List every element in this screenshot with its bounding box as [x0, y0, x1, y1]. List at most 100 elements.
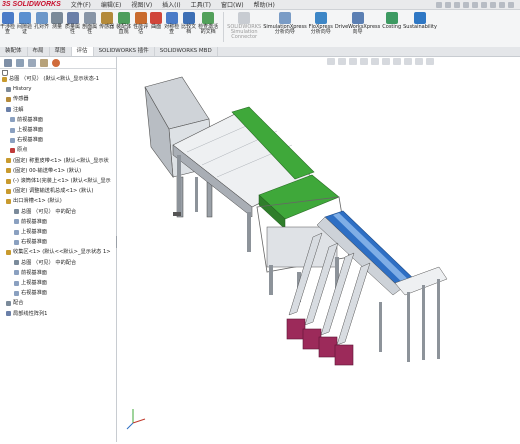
tree-node-icon: [10, 137, 15, 143]
configuration-manager-icon[interactable]: [28, 58, 36, 67]
ribbon-sim-button-2[interactable]: FloXpress 分析向导: [309, 12, 333, 35]
tree-item[interactable]: 原点: [0, 146, 27, 154]
tree-item[interactable]: 总图 （可见） (默认<默认_显示状态-1: [0, 75, 99, 83]
tab-2[interactable]: 草图: [50, 47, 72, 56]
tab-3[interactable]: 评估: [71, 47, 94, 56]
tree-item[interactable]: 右视基准面: [0, 289, 47, 297]
tree-item[interactable]: 上视基准面: [0, 279, 47, 287]
open-file-icon[interactable]: [454, 1, 460, 8]
tree-node-icon: [6, 158, 11, 164]
tab-5[interactable]: SOLIDWORKS MBD: [155, 47, 218, 56]
tree-item[interactable]: 传感器: [0, 95, 29, 103]
ribbon-sim-button-5[interactable]: Sustainability: [403, 12, 437, 30]
ribbon-button-8[interactable]: 性能评 估: [133, 12, 148, 35]
conveyor-assembly-model[interactable]: [117, 57, 520, 442]
menu-view[interactable]: 视图(V): [131, 0, 152, 9]
tree-item[interactable]: History: [0, 85, 31, 93]
dimxpert-icon[interactable]: [40, 58, 48, 67]
options-icon[interactable]: [508, 1, 514, 8]
tree-item[interactable]: 前视基准面: [0, 116, 43, 124]
tree-item[interactable]: (固定) 00-输送带<1> (默认): [0, 167, 81, 175]
ribbon-tool-icon: [1, 12, 14, 24]
save-icon[interactable]: [463, 1, 469, 8]
tree-item[interactable]: 配合: [0, 299, 23, 307]
ribbon-button-6[interactable]: 传感器: [99, 12, 114, 30]
tree-item-label: 出口滑槽<1> (默认): [13, 198, 62, 205]
tree-item[interactable]: 上视基准面: [0, 126, 43, 134]
ribbon-sim-button-4[interactable]: Costing: [382, 12, 401, 30]
tree-item[interactable]: 右视基准面: [0, 238, 47, 246]
tree-item[interactable]: 收集区<1> (默认<<默认>_显示状态 1>: [0, 248, 111, 256]
ribbon-tool-icon: [117, 12, 130, 24]
panel-toolbar: [0, 57, 116, 69]
tree-item-label: 原点: [17, 147, 28, 154]
menu-edit[interactable]: 编辑(E): [101, 0, 121, 9]
ribbon-button-11[interactable]: 比较文 档: [181, 12, 196, 35]
menu-insert[interactable]: 插入(I): [162, 0, 180, 9]
print-icon[interactable]: [472, 1, 478, 8]
graphics-viewport[interactable]: [117, 57, 520, 442]
ribbon-button-3[interactable]: 测量: [51, 12, 64, 30]
ribbon-button-2[interactable]: 孔对齐: [34, 12, 49, 30]
tree-item[interactable]: 局部线性阵列1: [0, 310, 47, 318]
ribbon-button-1[interactable]: 间隙验 证: [17, 12, 32, 35]
select-icon[interactable]: [490, 1, 496, 8]
ribbon-tool-icon: [238, 12, 251, 24]
ribbon-button-7[interactable]: 装配体 直观: [116, 12, 131, 35]
menu-tools[interactable]: 工具(T): [191, 0, 211, 9]
display-manager-icon[interactable]: [52, 58, 60, 67]
logo-prefix: 3S: [2, 1, 11, 8]
zoom-area-icon[interactable]: [338, 58, 346, 65]
home-icon[interactable]: [436, 1, 442, 8]
ribbon-button-label: 干涉检 查: [0, 24, 16, 35]
ribbon-button-label: SOLIDWORKS Simulation Connector: [227, 24, 262, 40]
apply-scene-icon[interactable]: [415, 58, 423, 65]
tree-item[interactable]: 出口滑槽<1> (默认): [0, 197, 62, 205]
ribbon-button-5[interactable]: 剖面属 性: [82, 12, 97, 35]
zoom-to-fit-icon[interactable]: [327, 58, 335, 65]
tab-1[interactable]: 布局: [28, 47, 50, 56]
ribbon-button-0[interactable]: 干涉检 查: [0, 12, 15, 35]
tree-node-icon: [6, 168, 11, 174]
tree-item[interactable]: 总图 （可见） 中的配合: [0, 259, 76, 267]
tree-item[interactable]: 前视基准面: [0, 269, 47, 277]
tree-item[interactable]: (固定) 调整输送机总成<1> (默认): [0, 187, 93, 195]
coordinate-triad: [126, 409, 146, 430]
ribbon-sim-button-3[interactable]: DriveWorksXpress 向导: [335, 12, 380, 35]
ribbon-button-12[interactable]: 检查激活 的文档: [198, 12, 218, 35]
menu-window[interactable]: 窗口(W): [221, 0, 244, 9]
new-file-icon[interactable]: [445, 1, 451, 8]
display-style-icon[interactable]: [382, 58, 390, 65]
tab-4[interactable]: SOLIDWORKS 插件: [94, 47, 155, 56]
previous-view-icon[interactable]: [349, 58, 357, 65]
section-view-icon[interactable]: [360, 58, 368, 65]
tree-item[interactable]: 右视基准面: [0, 136, 43, 144]
menu-bar: 3S SOLIDWORKS 文件(F) 编辑(E) 视图(V) 插入(I) 工具…: [0, 0, 520, 10]
tree-item[interactable]: (-) 滚筒体1(完装上<1> (默认<默认_显示: [0, 177, 111, 185]
hide-show-items-icon[interactable]: [393, 58, 401, 65]
tree-node-icon: [14, 280, 19, 286]
tree-item[interactable]: 总图 （可见） 中的配合: [0, 208, 76, 216]
tree-item[interactable]: 注解: [0, 106, 23, 114]
ribbon-button-9[interactable]: 曲面: [150, 12, 163, 30]
property-manager-icon[interactable]: [16, 58, 24, 67]
ribbon-button-label: 测量: [52, 24, 63, 30]
undo-icon[interactable]: [481, 1, 487, 8]
edit-appearance-icon[interactable]: [404, 58, 412, 65]
tab-0[interactable]: 装配体: [0, 47, 28, 56]
ribbon-sim-button-1[interactable]: SimulationXpress 分析向导: [263, 12, 307, 35]
ribbon-button-label: FloXpress 分析向导: [308, 24, 333, 35]
view-settings-icon[interactable]: [426, 58, 434, 65]
feature-tree-icon[interactable]: [4, 58, 12, 67]
menu-file[interactable]: 文件(F): [71, 0, 91, 9]
rebuild-icon[interactable]: [499, 1, 505, 8]
tree-item[interactable]: (固定) 称重皮带<1> (默认<默认_显示状: [0, 157, 109, 165]
view-orientation-icon[interactable]: [371, 58, 379, 65]
tree-item[interactable]: 前视基准面: [0, 218, 47, 226]
ribbon-sim-button-0[interactable]: SOLIDWORKS Simulation Connector: [227, 12, 261, 40]
ribbon-button-label: 装配体 直观: [116, 24, 132, 35]
ribbon-button-10[interactable]: 对称检 查: [164, 12, 179, 35]
ribbon-button-4[interactable]: 质量属 性: [65, 12, 80, 35]
menu-help[interactable]: 帮助(H): [254, 0, 275, 9]
tree-item[interactable]: 上视基准面: [0, 228, 47, 236]
